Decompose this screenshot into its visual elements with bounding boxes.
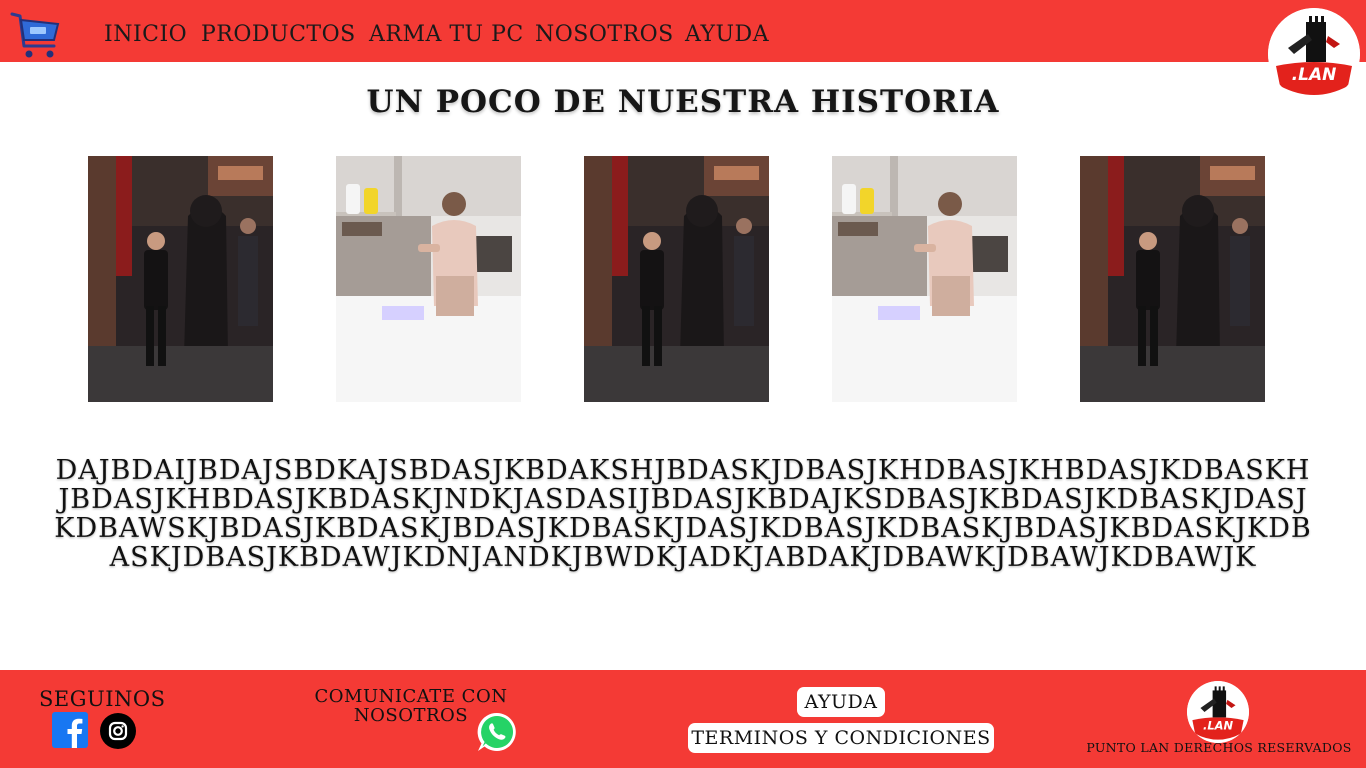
page-title: UN POCO DE NUESTRA HISTORIA <box>366 84 1000 120</box>
nav-link-arma-tu-pc[interactable]: ARMA TU PC <box>369 22 524 47</box>
follow-heading: SEGUINOS <box>39 687 166 711</box>
brand-logo[interactable]: .LAN <box>1268 8 1360 100</box>
history-photo <box>336 156 521 402</box>
rights-text: PUNTO LAN DERECHOS RESERVADOS <box>1086 740 1352 755</box>
footer-brand-logo: .LAN <box>1187 681 1249 743</box>
shopping-cart-icon[interactable] <box>10 10 60 60</box>
terms-button[interactable]: TERMINOS Y CONDICIONES <box>688 723 994 753</box>
footer: SEGUINOS COMUNICATE CON NOSOTROS AYUDA T… <box>0 670 1366 768</box>
history-photo <box>1080 156 1265 402</box>
story-text: DAJBDAIJBDAJSBDKAJSBDASJKBDAKSHJBDASKJDB… <box>54 455 1312 573</box>
nav-link-inicio[interactable]: INICIO <box>104 22 187 47</box>
navbar: INICIO PRODUCTOS ARMA TU PC NOSOTROS AYU… <box>0 0 1366 62</box>
svg-text:.LAN: .LAN <box>1203 719 1233 733</box>
nav-link-nosotros[interactable]: NOSOTROS <box>535 22 674 47</box>
nav-link-productos[interactable]: PRODUCTOS <box>201 22 356 47</box>
instagram-icon[interactable] <box>100 713 136 753</box>
history-photo <box>88 156 273 402</box>
history-photo <box>584 156 769 402</box>
svg-text:.LAN: .LAN <box>1292 65 1337 85</box>
help-button[interactable]: AYUDA <box>797 687 885 717</box>
whatsapp-icon[interactable] <box>475 710 519 758</box>
history-photo <box>832 156 1017 402</box>
facebook-icon[interactable] <box>52 712 88 752</box>
nav-link-ayuda[interactable]: AYUDA <box>685 22 769 47</box>
